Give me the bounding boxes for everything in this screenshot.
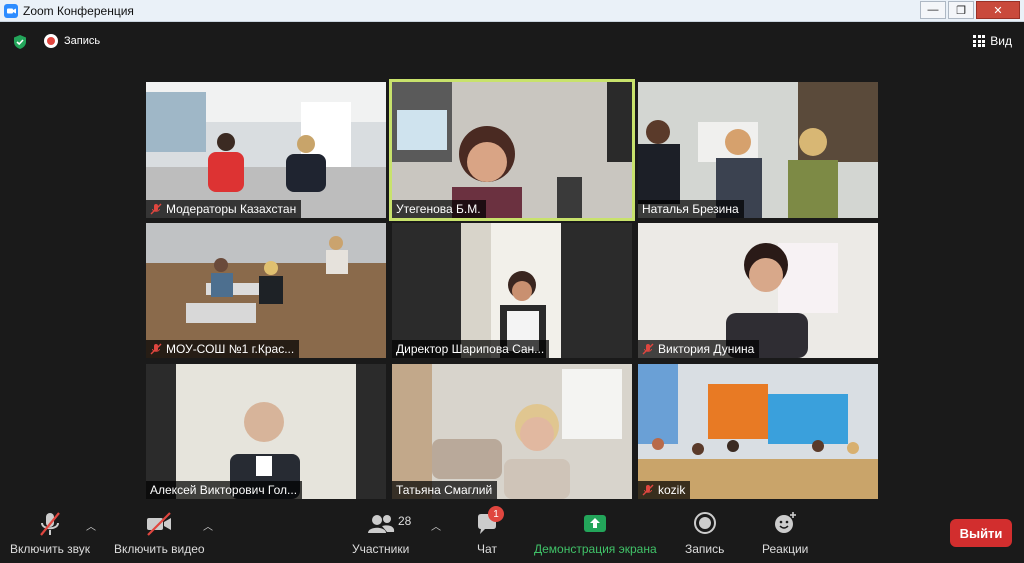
video-feed bbox=[392, 364, 632, 499]
view-label: Вид bbox=[990, 34, 1012, 48]
audio-options-chevron-icon[interactable]: ︿ bbox=[86, 518, 96, 533]
participants-label: Участники bbox=[352, 542, 410, 556]
video-feed bbox=[638, 364, 878, 499]
reactions-button[interactable]: Реакции bbox=[762, 511, 808, 556]
participant-name: Виктория Дунина bbox=[658, 342, 755, 356]
muted-mic-icon bbox=[642, 343, 654, 355]
security-shield-icon[interactable] bbox=[12, 34, 28, 50]
video-feed bbox=[638, 223, 878, 358]
record-label: Запись bbox=[685, 542, 725, 556]
window-titlebar: Zoom Конференция — ❐ ✕ bbox=[0, 0, 1024, 22]
record-icon bbox=[693, 512, 716, 534]
record-button[interactable]: Запись bbox=[685, 511, 724, 556]
video-tile[interactable]: Алексей Викторович Гол... bbox=[146, 364, 386, 499]
video-feed bbox=[146, 364, 386, 499]
video-feed bbox=[146, 223, 386, 358]
muted-microphone-icon bbox=[40, 512, 60, 536]
video-options-chevron-icon[interactable]: ︿ bbox=[203, 518, 213, 533]
video-tile[interactable]: Модераторы Казахстан bbox=[146, 82, 386, 218]
participant-name: МОУ-СОШ №1 г.Крас... bbox=[166, 342, 295, 356]
unmute-button[interactable]: Включить звук bbox=[10, 511, 90, 556]
share-screen-button[interactable]: Демонстрация экрана bbox=[534, 511, 657, 556]
close-button[interactable]: ✕ bbox=[976, 1, 1020, 19]
participant-name-label: Директор Шарипова Сан... bbox=[392, 340, 550, 358]
participant-name: Татьяна Смаглий bbox=[396, 483, 493, 497]
reactions-label: Реакции bbox=[762, 542, 809, 556]
meeting-topbar: Запись Вид bbox=[0, 22, 1024, 62]
participant-name-label: МОУ-СОШ №1 г.Крас... bbox=[146, 340, 300, 358]
chat-label: Чат bbox=[477, 542, 497, 556]
unmute-label: Включить звук bbox=[10, 542, 91, 556]
video-tile[interactable]: Наталья Брезина bbox=[638, 82, 878, 218]
video-feed bbox=[146, 82, 386, 218]
muted-mic-icon bbox=[642, 484, 654, 496]
video-off-icon bbox=[147, 512, 172, 536]
recording-indicator[interactable]: Запись bbox=[44, 34, 100, 48]
start-video-button[interactable]: Включить видео bbox=[114, 511, 205, 556]
video-feed bbox=[392, 82, 632, 218]
participant-name: kozik bbox=[658, 483, 686, 497]
participant-name-label: kozik bbox=[638, 481, 691, 499]
recording-label: Запись bbox=[64, 35, 101, 47]
video-tile[interactable]: Виктория Дунина bbox=[638, 223, 878, 358]
participant-name-label: Татьяна Смаглий bbox=[392, 481, 498, 499]
video-tile[interactable]: Директор Шарипова Сан... bbox=[392, 223, 632, 358]
video-tile[interactable]: Татьяна Смаглий bbox=[392, 364, 632, 499]
smiley-plus-icon bbox=[775, 512, 797, 533]
share-screen-icon bbox=[584, 515, 607, 532]
participant-name-label: Наталья Брезина bbox=[638, 200, 744, 218]
leave-meeting-button[interactable]: Выйти bbox=[950, 519, 1012, 547]
muted-mic-icon bbox=[150, 343, 162, 355]
video-feed bbox=[392, 223, 632, 358]
participants-options-chevron-icon[interactable]: ︿ bbox=[431, 518, 441, 533]
video-tile-active-speaker[interactable]: Утегенова Б.М. bbox=[389, 79, 635, 221]
zoom-app-icon bbox=[4, 3, 18, 18]
participant-name: Модераторы Казахстан bbox=[166, 202, 297, 216]
start-video-label: Включить видео bbox=[114, 542, 205, 556]
view-button[interactable]: Вид bbox=[973, 34, 1012, 48]
participant-name: Наталья Брезина bbox=[642, 202, 739, 216]
minimize-button[interactable]: — bbox=[920, 1, 946, 19]
maximize-button[interactable]: ❐ bbox=[948, 1, 974, 19]
participants-count: 28 bbox=[398, 514, 412, 528]
window-title: Zoom Конференция bbox=[23, 3, 134, 18]
video-tile[interactable]: МОУ-СОШ №1 г.Крас... bbox=[146, 223, 386, 358]
participants-icon bbox=[367, 515, 394, 533]
chat-unread-badge: 1 bbox=[488, 506, 504, 522]
recording-dot-icon bbox=[44, 34, 58, 48]
participant-name-label: Модераторы Казахстан bbox=[146, 200, 302, 218]
participant-name: Алексей Викторович Гол... bbox=[150, 483, 298, 497]
participant-name-label: Алексей Викторович Гол... bbox=[146, 481, 303, 499]
video-feed bbox=[638, 82, 878, 218]
muted-mic-icon bbox=[150, 203, 162, 215]
video-tile[interactable]: kozik bbox=[638, 364, 878, 499]
share-screen-label: Демонстрация экрана bbox=[534, 542, 657, 556]
participant-name-label: Утегенова Б.М. bbox=[392, 200, 486, 218]
participant-name: Утегенова Б.М. bbox=[396, 202, 481, 216]
participant-name: Директор Шарипова Сан... bbox=[396, 342, 545, 356]
grid-view-icon bbox=[973, 35, 986, 47]
participant-name-label: Виктория Дунина bbox=[638, 340, 760, 358]
